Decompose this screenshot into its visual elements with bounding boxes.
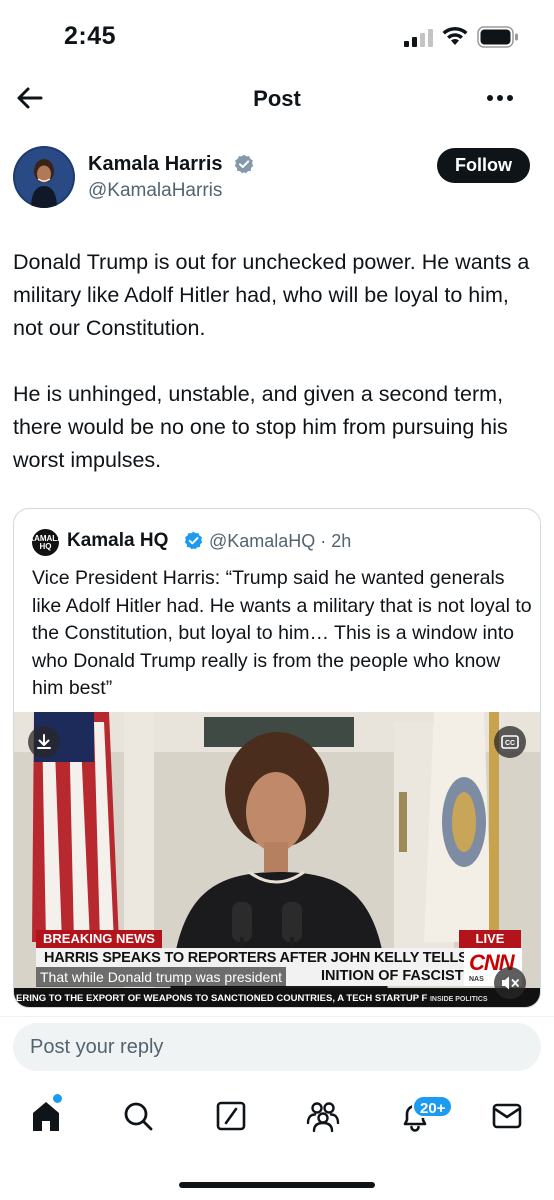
- verified-icon: [184, 531, 203, 550]
- headline-tail: INITION OF FASCIST": [321, 968, 471, 984]
- nav-header: Post: [0, 74, 554, 126]
- page-title: Post: [253, 86, 301, 111]
- cc-icon: CC: [501, 735, 519, 749]
- mute-button[interactable]: [494, 967, 526, 999]
- news-ticker: ERING TO THE EXPORT OF WEAPONS TO SANCTI…: [14, 988, 540, 1007]
- post-paragraph: He is unhinged, unstable, and given a se…: [13, 382, 508, 472]
- quote-avatar: KAMALA HQ: [28, 529, 63, 556]
- author-handle[interactable]: @KamalaHarris: [88, 180, 222, 202]
- video-caption: That while Donald trump was president: [36, 967, 287, 987]
- cc-button[interactable]: CC: [494, 726, 526, 758]
- home-indicator: [179, 1182, 375, 1188]
- ticker-text: ERING TO THE EXPORT OF WEAPONS TO SANCTI…: [16, 993, 428, 1004]
- mute-icon: [502, 976, 519, 990]
- quote-text: Vice President Harris: “Trump said he wa…: [32, 567, 532, 699]
- quote-card[interactable]: KAMALA HQ Kamala HQ @KamalaHQ · 2h Vice …: [13, 508, 541, 1008]
- search-icon[interactable]: [118, 1096, 158, 1136]
- follow-button[interactable]: Follow: [437, 148, 530, 183]
- grok-icon[interactable]: [211, 1096, 251, 1136]
- reply-input[interactable]: [13, 1023, 541, 1071]
- wifi-icon: [442, 26, 468, 45]
- headline-text: HARRIS SPEAKS TO REPORTERS AFTER JOHN KE…: [44, 950, 468, 966]
- post-paragraph: Donald Trump is out for unchecked power.…: [13, 250, 530, 340]
- status-bar: 2:45: [0, 0, 554, 70]
- signal-icon: [404, 29, 433, 47]
- communities-icon[interactable]: [303, 1096, 343, 1136]
- quote-author-name: Kamala HQ: [67, 530, 169, 551]
- notifications-badge: 20+: [412, 1095, 454, 1118]
- post-text: Donald Trump is out for unchecked power.…: [13, 246, 543, 477]
- divider: [0, 1016, 554, 1017]
- quote-author-handle: @KamalaHQ · 2h: [209, 531, 352, 551]
- cc-label: CC: [505, 740, 515, 747]
- home-unread-dot: [53, 1094, 62, 1103]
- author-name[interactable]: Kamala Harris: [88, 153, 223, 176]
- more-icon[interactable]: [484, 84, 516, 112]
- video-player[interactable]: CC BREAKING NEWS LIVE HARRIS SPEAKS TO R…: [14, 712, 540, 1007]
- breaking-news-tag: BREAKING NEWS: [36, 930, 162, 948]
- battery-icon: [477, 26, 518, 48]
- mail-icon[interactable]: [487, 1096, 527, 1136]
- tab-bar: [0, 1088, 554, 1148]
- live-tag: LIVE: [459, 930, 521, 948]
- verified-icon: [234, 154, 254, 174]
- network-sub: NAS: [469, 976, 484, 983]
- ticker-tag: INSIDE POLITICS: [429, 996, 488, 1003]
- status-time: 2:45: [64, 22, 117, 50]
- avatar[interactable]: [13, 146, 75, 208]
- download-button[interactable]: [28, 726, 60, 758]
- download-icon: [37, 734, 51, 749]
